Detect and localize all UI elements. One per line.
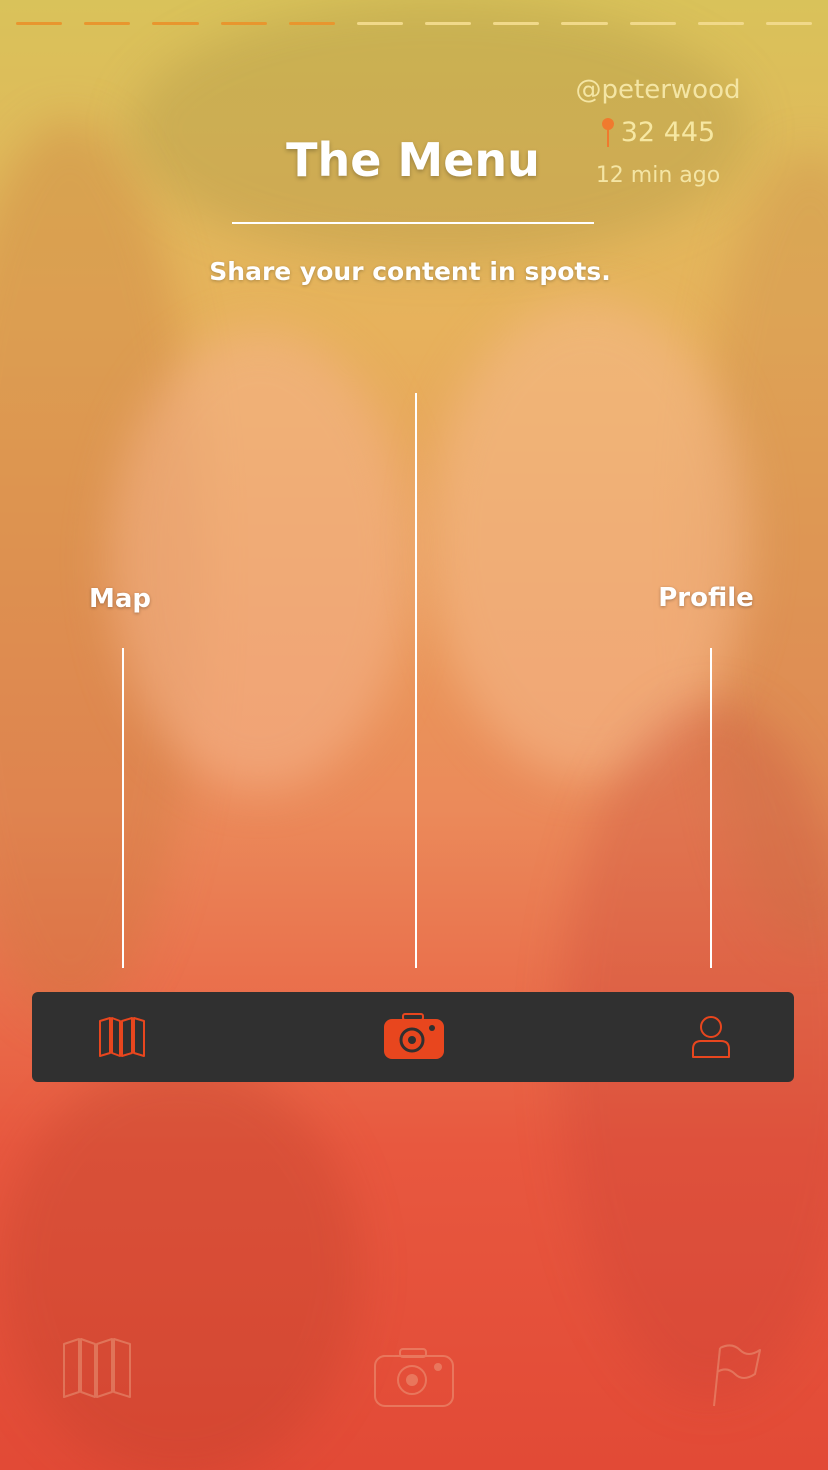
- background-photo-arm: [0, 1060, 360, 1470]
- tab-map[interactable]: [80, 992, 164, 1082]
- camera-icon: [374, 1348, 454, 1407]
- background-photo-face-left: [110, 330, 410, 790]
- tab-profile[interactable]: [672, 992, 750, 1082]
- username[interactable]: @peterwood: [558, 74, 758, 106]
- tab-bar: [32, 992, 794, 1082]
- progress-segment: [356, 22, 404, 25]
- spot-count: 32 445: [620, 117, 716, 148]
- story-progress-bar: [16, 22, 813, 26]
- camera-guide-line: [415, 393, 417, 968]
- camera-icon: [384, 1013, 444, 1059]
- progress-segment: [288, 22, 335, 25]
- progress-segment: [493, 22, 540, 25]
- map-guide-line: [122, 648, 124, 968]
- progress-segment: [16, 22, 63, 25]
- location-pin-icon: [601, 118, 615, 148]
- bottom-camera-button[interactable]: [374, 1348, 454, 1412]
- user-icon: [692, 1016, 730, 1058]
- menu-screen: @peterwood 32 445 12 min ago The Menu Sh…: [0, 0, 828, 1470]
- progress-segment: [765, 22, 813, 25]
- progress-segment: [84, 22, 131, 25]
- menu-subtitle: Share your content in spots.: [209, 257, 611, 286]
- progress-segment: [561, 22, 608, 25]
- title-divider: [232, 222, 594, 224]
- map-label: Map: [88, 584, 152, 614]
- bottom-map-button[interactable]: [62, 1338, 132, 1402]
- map-icon: [63, 1338, 131, 1398]
- flag-icon: [713, 1344, 761, 1407]
- map-icon: [99, 1017, 145, 1057]
- menu-title: The Menu: [286, 133, 540, 187]
- progress-segment: [697, 22, 744, 25]
- profile-guide-line: [710, 648, 712, 968]
- bottom-flag-button[interactable]: [710, 1344, 762, 1412]
- progress-segment: [152, 22, 199, 25]
- tab-camera[interactable]: [366, 992, 462, 1082]
- profile-label: Profile: [658, 583, 754, 613]
- progress-segment: [220, 22, 267, 25]
- progress-segment: [425, 22, 472, 25]
- progress-segment: [629, 22, 676, 25]
